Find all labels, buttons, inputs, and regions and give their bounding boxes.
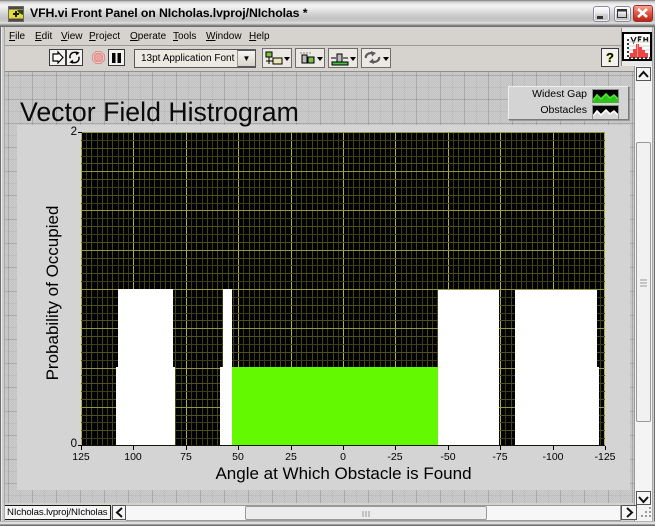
svg-text:?: ?: [606, 50, 614, 65]
